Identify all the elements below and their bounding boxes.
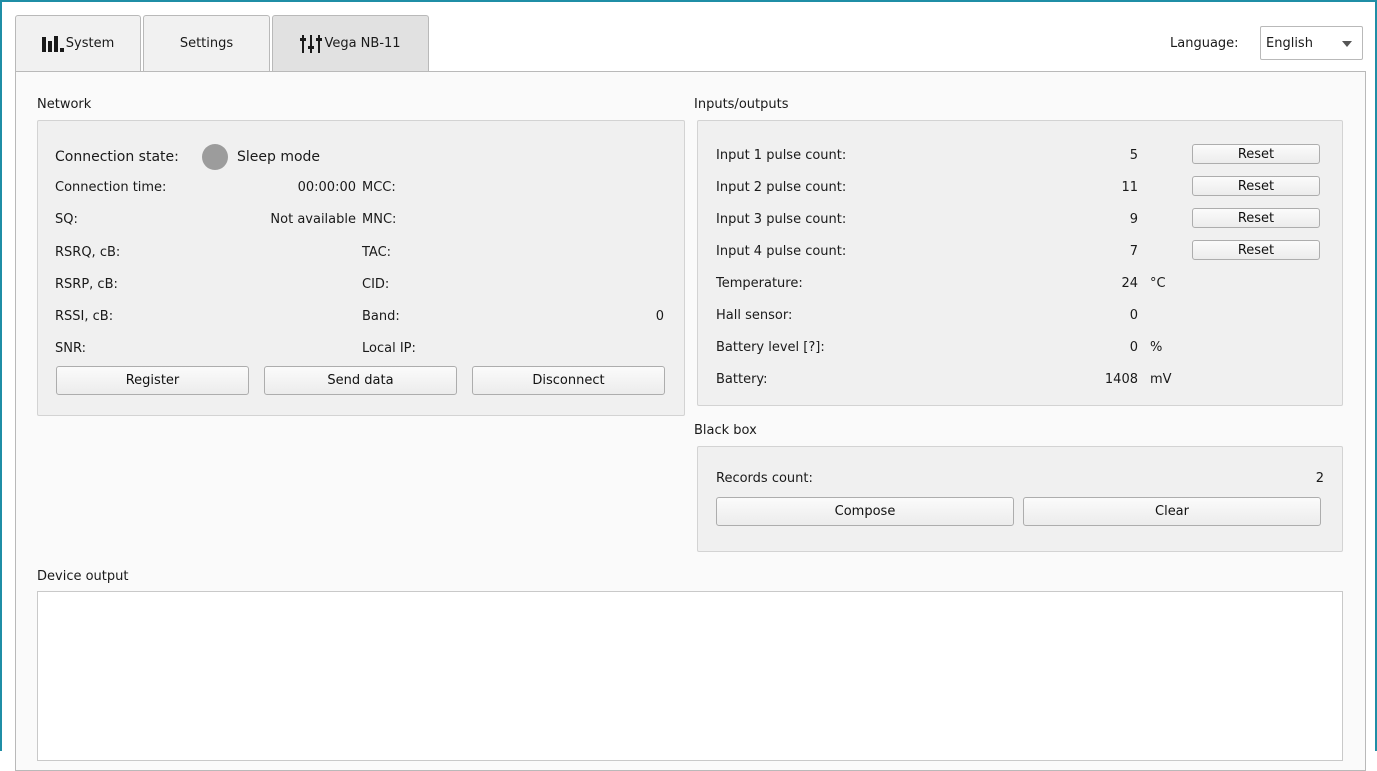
clear-button[interactable]: Clear bbox=[1023, 497, 1321, 526]
chevron-down-icon bbox=[1342, 41, 1352, 47]
tab-settings-label: Settings bbox=[179, 36, 234, 51]
reset-input-1-button[interactable]: Reset bbox=[1192, 144, 1320, 164]
app-window: System Settings Vega NB-11 Language: Eng… bbox=[0, 0, 1377, 771]
io-title: Inputs/outputs bbox=[694, 97, 789, 112]
rssi-label: RSSI, cB: bbox=[55, 309, 114, 324]
tab-system-label: System bbox=[65, 36, 115, 51]
hall-sensor-label: Hall sensor: bbox=[716, 308, 793, 323]
connection-state-value: Sleep mode bbox=[237, 149, 321, 165]
input-2-label: Input 2 pulse count: bbox=[716, 180, 847, 195]
tab-vega-label: Vega NB-11 bbox=[324, 36, 401, 51]
temperature-value: 24 bbox=[1121, 276, 1138, 291]
reset-input-3-button[interactable]: Reset bbox=[1192, 208, 1320, 228]
rsrp-label: RSRP, cB: bbox=[55, 277, 118, 292]
input-4-value: 7 bbox=[1129, 244, 1138, 259]
battery-unit: mV bbox=[1150, 372, 1172, 387]
input-3-label: Input 3 pulse count: bbox=[716, 212, 847, 227]
input-1-value: 5 bbox=[1129, 148, 1138, 163]
mnc-label: MNC: bbox=[362, 212, 397, 227]
band-label: Band: bbox=[362, 309, 400, 324]
language-label: Language: bbox=[1170, 36, 1239, 51]
input-1-label: Input 1 pulse count: bbox=[716, 148, 847, 163]
language-select[interactable]: English bbox=[1260, 26, 1363, 60]
connection-status-indicator bbox=[202, 144, 228, 170]
tac-label: TAC: bbox=[362, 245, 392, 260]
cid-label: CID: bbox=[362, 277, 390, 292]
battery-level-unit: % bbox=[1150, 340, 1163, 355]
snr-label: SNR: bbox=[55, 341, 86, 356]
rsrq-label: RSRQ, cB: bbox=[55, 245, 121, 260]
mcc-label: MCC: bbox=[362, 180, 396, 195]
bar-chart-icon bbox=[41, 35, 64, 52]
records-count-label: Records count: bbox=[716, 471, 813, 486]
tab-system[interactable]: System bbox=[15, 15, 141, 71]
reset-input-4-button[interactable]: Reset bbox=[1192, 240, 1320, 260]
network-title: Network bbox=[37, 97, 92, 112]
register-button[interactable]: Register bbox=[56, 366, 249, 395]
connection-time-value: 00:00:00 bbox=[297, 180, 356, 195]
sq-label: SQ: bbox=[55, 212, 78, 227]
connection-state-label: Connection state: bbox=[55, 149, 179, 165]
input-2-value: 11 bbox=[1121, 180, 1138, 195]
sliders-icon bbox=[300, 34, 323, 53]
input-3-value: 9 bbox=[1129, 212, 1138, 227]
band-value: 0 bbox=[655, 309, 664, 324]
input-4-label: Input 4 pulse count: bbox=[716, 244, 847, 259]
sq-value: Not available bbox=[270, 212, 356, 227]
temperature-label: Temperature: bbox=[716, 276, 803, 291]
battery-level-value: 0 bbox=[1129, 340, 1138, 355]
temperature-unit: °C bbox=[1150, 276, 1166, 291]
reset-input-2-button[interactable]: Reset bbox=[1192, 176, 1320, 196]
tab-settings[interactable]: Settings bbox=[143, 15, 270, 71]
battery-label: Battery: bbox=[716, 372, 768, 387]
send-data-button[interactable]: Send data bbox=[264, 366, 457, 395]
device-output-textarea[interactable] bbox=[37, 591, 1343, 761]
records-count-value: 2 bbox=[1315, 471, 1324, 486]
disconnect-button[interactable]: Disconnect bbox=[472, 366, 665, 395]
tab-vega-nb-11[interactable]: Vega NB-11 bbox=[272, 15, 429, 71]
blackbox-title: Black box bbox=[694, 423, 757, 438]
battery-level-label: Battery level [?]: bbox=[716, 340, 825, 355]
connection-time-label: Connection time: bbox=[55, 180, 167, 195]
local-ip-label: Local IP: bbox=[362, 341, 416, 356]
language-value: English bbox=[1266, 35, 1313, 51]
device-output-title: Device output bbox=[37, 569, 129, 584]
hall-sensor-value: 0 bbox=[1129, 308, 1138, 323]
compose-button[interactable]: Compose bbox=[716, 497, 1014, 526]
battery-value: 1408 bbox=[1104, 372, 1138, 387]
